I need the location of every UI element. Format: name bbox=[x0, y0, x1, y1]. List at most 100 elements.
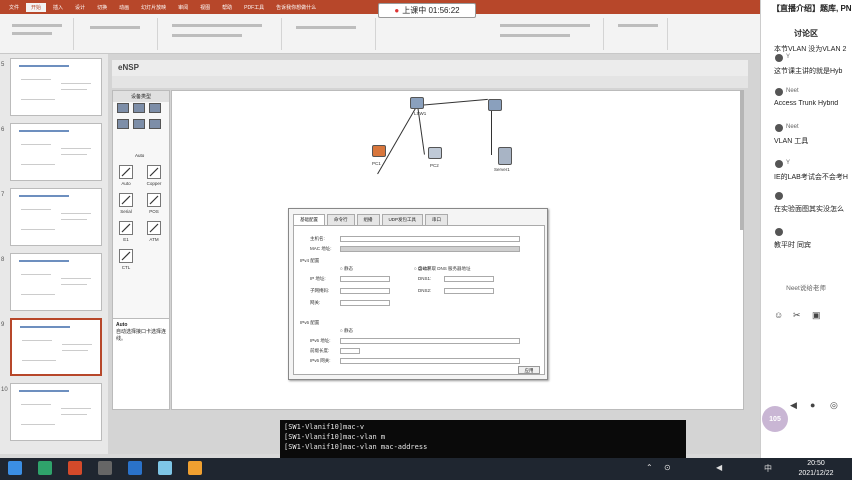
slide-thumbnail[interactable] bbox=[10, 383, 102, 441]
ipv6-gw-label: IPv6 网关: bbox=[310, 358, 331, 363]
chat-header[interactable]: 【直播介绍】题库, PN bbox=[760, 3, 852, 14]
cable-tool-e1[interactable] bbox=[119, 221, 133, 235]
slide-thumbnail[interactable] bbox=[10, 58, 102, 116]
gateway-label: 网关: bbox=[310, 300, 321, 305]
prefix-label: 前缀长度: bbox=[310, 348, 330, 353]
ribbon-tab[interactable]: 视图 bbox=[195, 3, 215, 12]
cable-tool-pos[interactable] bbox=[147, 193, 161, 207]
location-icon[interactable]: ◎ bbox=[830, 400, 838, 411]
firewall-icon[interactable] bbox=[133, 119, 145, 129]
chat-author: Y bbox=[786, 54, 791, 60]
pc-node-pc2[interactable] bbox=[428, 147, 442, 159]
dns1-label: DNS1: bbox=[418, 276, 432, 281]
taskbar-clock[interactable]: 20:50 2021/12/22 bbox=[786, 458, 846, 480]
dns2-input[interactable] bbox=[444, 288, 494, 294]
wlan-icon[interactable] bbox=[149, 103, 161, 113]
gateway-input[interactable] bbox=[340, 300, 390, 306]
dns1-input[interactable] bbox=[444, 276, 494, 282]
static-radio[interactable]: ○ 静态 bbox=[340, 266, 353, 272]
auto-dns-label: 自动获取 DNS 服务器地址 bbox=[418, 266, 471, 271]
ribbon-tab[interactable]: 审阅 bbox=[173, 3, 193, 12]
ipv6-gw-input[interactable] bbox=[340, 358, 520, 364]
ribbon-tab[interactable]: 告诉我你想做什么 bbox=[271, 3, 321, 12]
server-node-server1[interactable] bbox=[498, 147, 512, 165]
cable-tool-auto[interactable] bbox=[119, 165, 133, 179]
slide-thumbnail-pane[interactable]: 5 6 7 8 9 10 bbox=[0, 54, 108, 454]
slide-thumbnail[interactable] bbox=[10, 188, 102, 246]
mask-input[interactable] bbox=[340, 288, 390, 294]
app-icon[interactable] bbox=[98, 461, 112, 475]
ribbon-tab[interactable]: 幻灯片放映 bbox=[136, 3, 171, 12]
chat-message: 本节VLAN 没为VLAN 2 bbox=[774, 46, 847, 53]
terminal-line: [SW1-Vlanif10]mac-v bbox=[284, 423, 365, 431]
ribbon-tab[interactable]: 插入 bbox=[48, 3, 68, 12]
ensp-title: eNSP bbox=[118, 63, 139, 72]
auto-dns-checkbox[interactable]: 自动获取 DNS 服务器地址 bbox=[418, 266, 471, 272]
ribbon-tab[interactable]: 开始 bbox=[26, 2, 47, 12]
dns2-label: DNS2: bbox=[418, 288, 432, 293]
dialog-body: 主机名: MAC 地址: IPv4 配置 ○ 静态 ○ DHCP 自动获取 DN… bbox=[293, 225, 545, 375]
image-icon[interactable]: ▣ bbox=[812, 310, 821, 321]
slide-thumbnail[interactable] bbox=[10, 253, 102, 311]
cable-tool-ctl[interactable] bbox=[119, 249, 133, 263]
windows-start-icon[interactable] bbox=[8, 461, 22, 475]
ribbon-group-editing[interactable] bbox=[608, 18, 668, 50]
switch-node-lsw2[interactable] bbox=[488, 99, 502, 111]
node-label-server1: Server1 bbox=[494, 167, 510, 172]
edge-icon[interactable] bbox=[38, 461, 52, 475]
speaker-icon[interactable]: ◀ bbox=[716, 463, 722, 472]
pc-icon[interactable] bbox=[117, 119, 129, 129]
scissors-icon[interactable]: ✂ bbox=[793, 310, 801, 321]
chat-title: 讨论区 bbox=[794, 29, 818, 38]
tray-expand-icon[interactable]: ⌃ bbox=[646, 463, 653, 472]
ribbon-tab[interactable]: 帮助 bbox=[217, 3, 237, 12]
ribbon-tab[interactable]: 设计 bbox=[70, 3, 90, 12]
cable-tool-serial[interactable] bbox=[119, 193, 133, 207]
pc-node-pc1[interactable] bbox=[372, 145, 386, 157]
ensp-icon[interactable] bbox=[128, 461, 142, 475]
cable-tool-copper[interactable] bbox=[147, 165, 161, 179]
ribbon-group-paragraph[interactable] bbox=[286, 18, 376, 50]
terminal-line: [SW1-Vlanif10]mac-vlan mac-address bbox=[284, 443, 428, 451]
terminal-window[interactable]: [SW1-Vlanif10]mac-v [SW1-Vlanif10]mac-vl… bbox=[280, 420, 686, 458]
cable-tool-atm[interactable] bbox=[147, 221, 161, 235]
volume-icon[interactable]: ◀ bbox=[790, 400, 797, 411]
avatar bbox=[775, 54, 783, 62]
slide-thumbnail[interactable] bbox=[10, 123, 102, 181]
ribbon-group-slides[interactable] bbox=[78, 18, 158, 50]
ppt-icon[interactable] bbox=[68, 461, 82, 475]
switch-node-lsw1[interactable] bbox=[410, 97, 424, 109]
folder-icon[interactable] bbox=[188, 461, 202, 475]
avatar bbox=[775, 88, 783, 96]
node-label-pc2: PC2 bbox=[430, 163, 439, 168]
thumbnail-number: 6 bbox=[1, 127, 5, 133]
emoji-icon[interactable]: ☺ bbox=[774, 310, 783, 320]
pc-config-dialog[interactable]: 基础配置 命令行 组播 UDP发包工具 串口 主机名: MAC 地址: IPv4 配置 … bbox=[288, 208, 548, 380]
cable-tool-label: Auto bbox=[121, 181, 131, 186]
ime-indicator[interactable]: 中 bbox=[764, 463, 772, 474]
ribbon-tab[interactable]: 文件 bbox=[4, 3, 24, 12]
browser-icon[interactable] bbox=[158, 461, 172, 475]
live-logo: 105 bbox=[762, 406, 788, 432]
ipv6-static-radio[interactable]: ○ 静态 bbox=[340, 328, 353, 334]
ip-input[interactable] bbox=[340, 276, 390, 282]
mac-input[interactable] bbox=[340, 246, 520, 252]
ipv6-addr-input[interactable] bbox=[340, 338, 520, 344]
hostname-input[interactable] bbox=[340, 236, 520, 242]
router-icon[interactable] bbox=[117, 103, 129, 113]
ribbon-tab[interactable]: 切换 bbox=[92, 3, 112, 12]
network-icon[interactable]: ⊙ bbox=[664, 463, 671, 472]
mac-label: MAC 地址: bbox=[310, 246, 332, 251]
terminal-line: [SW1-Vlanif10]mac-vlan m bbox=[284, 433, 386, 441]
ensp-toolbar[interactable] bbox=[112, 76, 748, 88]
switch-icon[interactable] bbox=[133, 103, 145, 113]
ribbon-tab[interactable]: PDF工具 bbox=[239, 3, 269, 12]
prefix-input[interactable] bbox=[340, 348, 360, 354]
canvas-scrollbar[interactable] bbox=[740, 90, 744, 230]
cloud-icon[interactable] bbox=[149, 119, 161, 129]
slide-thumbnail[interactable] bbox=[10, 318, 102, 376]
apply-button[interactable]: 应用 bbox=[518, 366, 540, 374]
ribbon-tab[interactable]: 动画 bbox=[114, 3, 134, 12]
avatar bbox=[775, 228, 783, 236]
mic-icon[interactable]: ● bbox=[810, 400, 815, 410]
